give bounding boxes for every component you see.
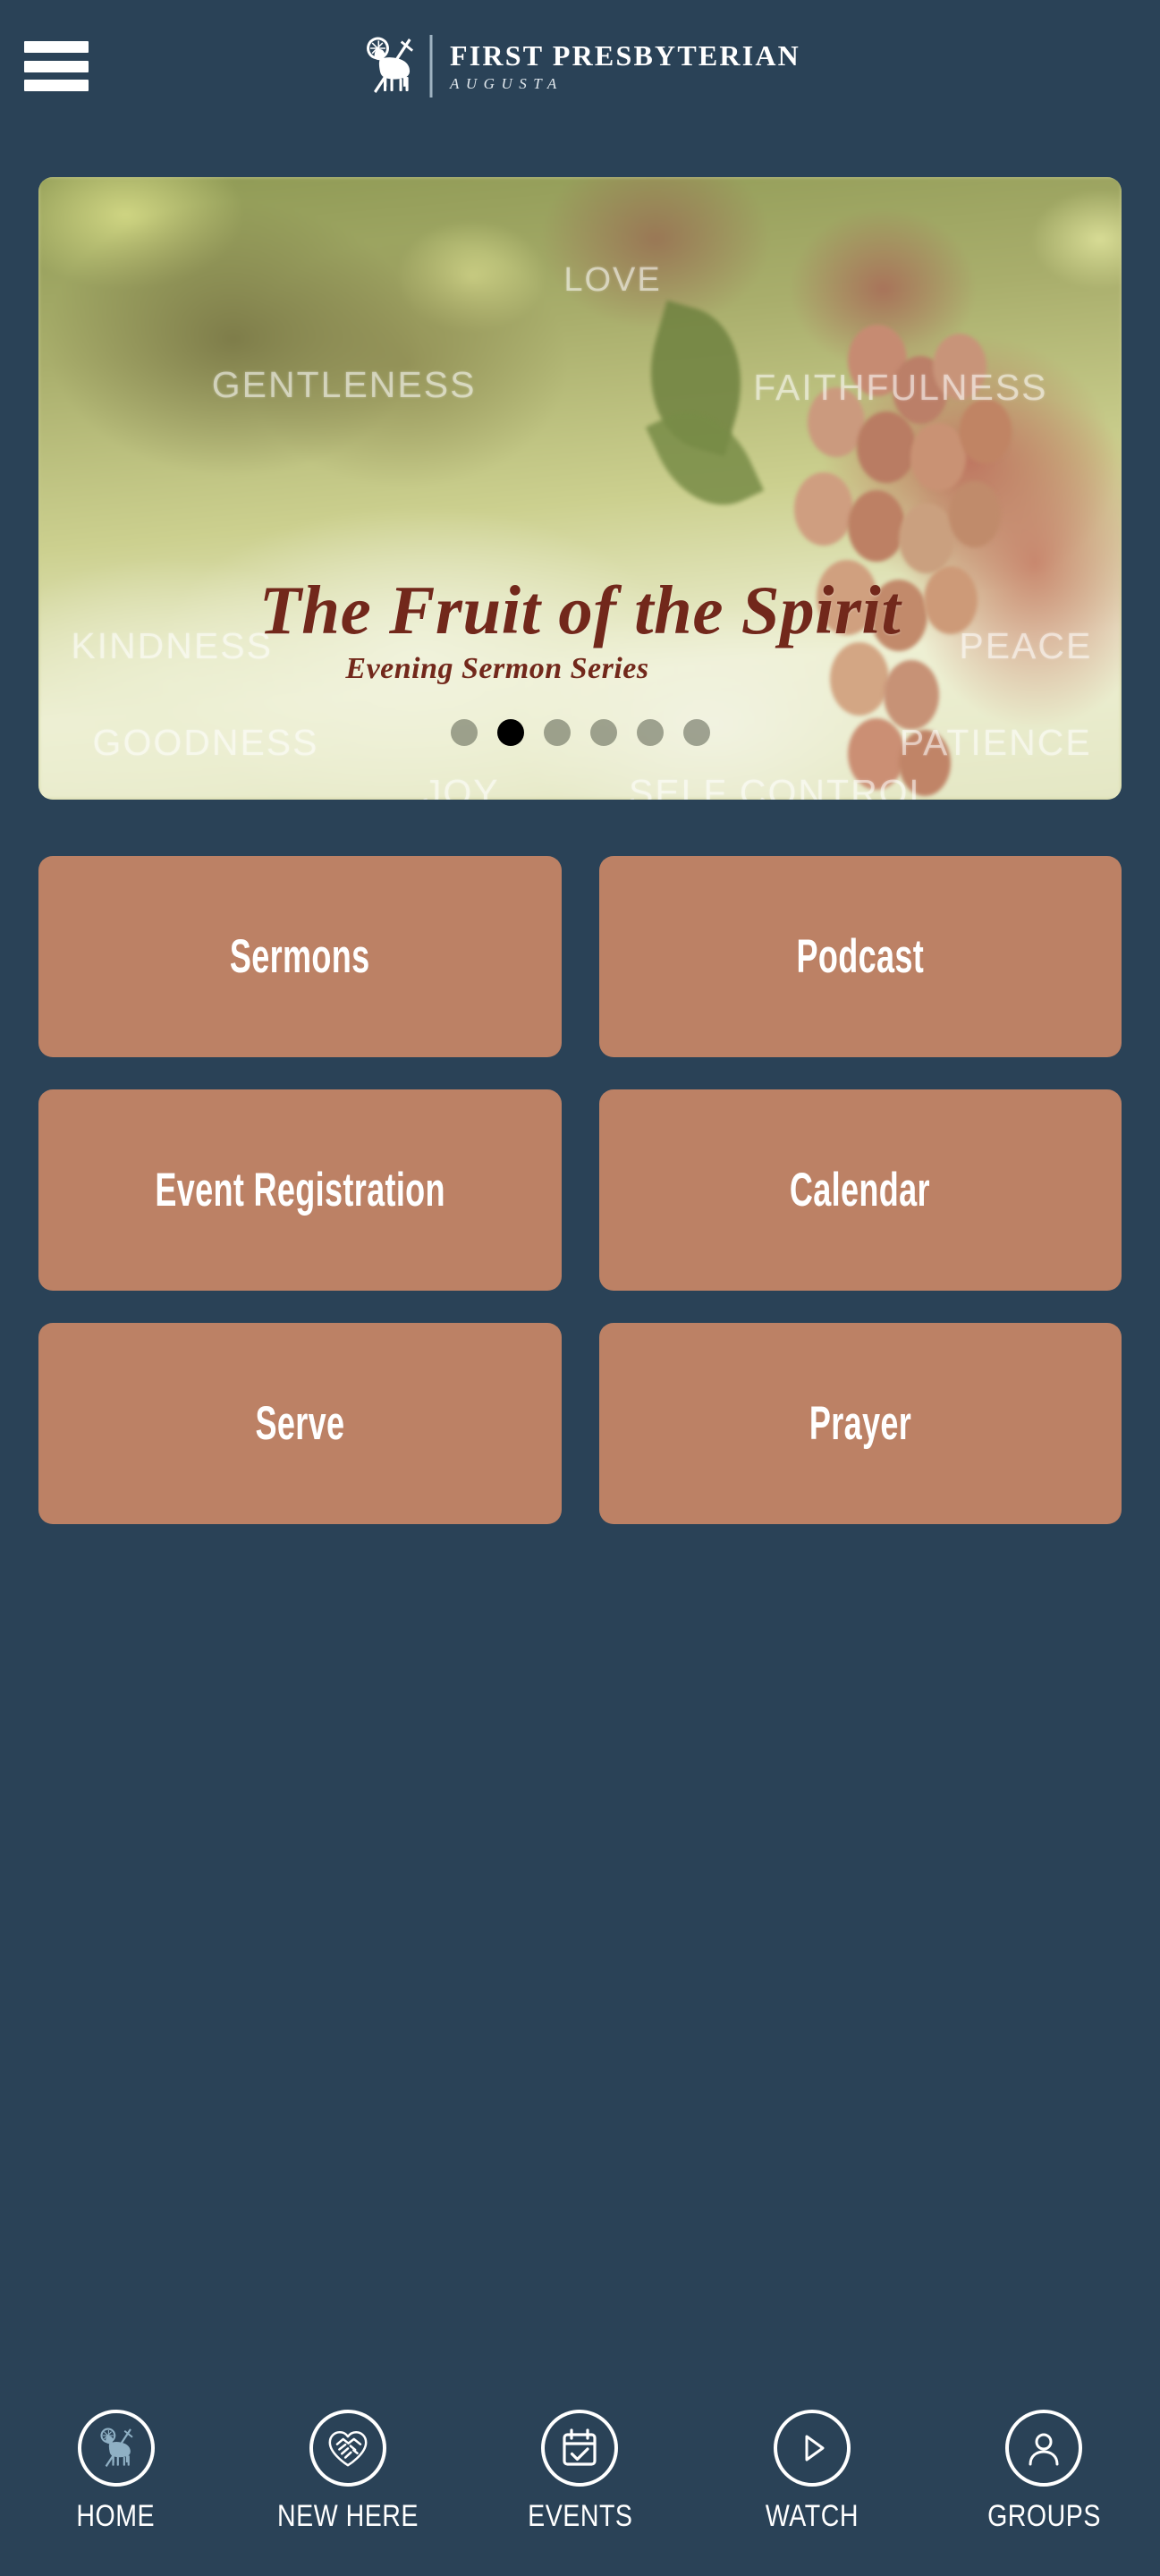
grape [933, 334, 986, 400]
bottom-navigation: HOME NEW HERE EVENTS WATCH GROUPS [0, 2388, 1160, 2576]
brand-text: FIRST PRESBYTERIAN AUGUSTA [450, 41, 800, 91]
brand-divider [429, 35, 432, 97]
tile-prayer[interactable]: Prayer [598, 1323, 1122, 1524]
nav-item-events[interactable]: EVENTS [464, 2410, 696, 2531]
nav-item-watch[interactable]: WATCH [696, 2410, 927, 2531]
carousel-dot[interactable] [682, 719, 710, 746]
grape [817, 560, 877, 635]
hamburger-bar [24, 80, 89, 91]
grape [960, 399, 1012, 463]
tile-label: Prayer [809, 1397, 911, 1450]
app-header: FIRST PRESBYTERIAN AUGUSTA [0, 0, 1160, 132]
tile-label: Calendar [790, 1164, 931, 1216]
grape [949, 481, 1001, 547]
tile-serve[interactable]: Serve [38, 1323, 562, 1524]
calendar-check-icon[interactable] [541, 2410, 619, 2487]
hero-carousel[interactable]: LOVE GENTLENESS FAITHFULNESS KINDNESS PEACE G… [38, 177, 1122, 800]
lamb-with-cross-staff-icon [366, 37, 413, 93]
hamburger-bar [24, 60, 89, 72]
tile-sermons[interactable]: Sermons [38, 856, 562, 1057]
tile-label: Podcast [796, 930, 925, 983]
grape [848, 490, 905, 562]
grape [899, 504, 954, 573]
app-root: FIRST PRESBYTERIAN AUGUSTA LOVE GENTLENE… [0, 0, 1160, 2576]
nav-item-new-here[interactable]: NEW HERE [232, 2410, 463, 2531]
quick-links-grid: Sermons Podcast Event Registration Calendar… [0, 800, 1160, 1524]
grape [830, 642, 889, 716]
tile-label: Sermons [229, 930, 370, 983]
lamb-logo-icon[interactable] [77, 2410, 155, 2487]
hamburger-bar [24, 41, 89, 53]
grape [794, 472, 853, 546]
carousel-dot[interactable] [589, 719, 617, 746]
nav-item-label: GROUPS [986, 2499, 1101, 2533]
tile-podcast[interactable]: Podcast [598, 856, 1122, 1057]
grape [857, 411, 916, 483]
hero-carousel-wrap: LOVE GENTLENESS FAITHFULNESS KINDNESS PEACE G… [0, 132, 1160, 800]
brand-name: FIRST PRESBYTERIAN [450, 39, 800, 72]
tile-label: Event Registration [154, 1164, 445, 1216]
nav-item-home[interactable]: HOME [0, 2410, 232, 2531]
nav-item-label: WATCH [765, 2499, 859, 2533]
grape [924, 566, 978, 634]
brand-logo: FIRST PRESBYTERIAN AUGUSTA [360, 33, 800, 99]
grape [870, 580, 927, 651]
nav-item-label: EVENTS [527, 2499, 633, 2533]
tile-calendar[interactable]: Calendar [598, 1089, 1122, 1291]
carousel-dots [38, 719, 1122, 746]
nav-item-groups[interactable]: GROUPS [928, 2410, 1160, 2531]
handshake-heart-icon[interactable] [309, 2410, 387, 2487]
nav-item-label: HOME [76, 2499, 156, 2533]
tile-event-registration[interactable]: Event Registration [38, 1089, 562, 1291]
play-circle-icon[interactable] [773, 2410, 851, 2487]
hamburger-menu-icon[interactable] [24, 41, 89, 91]
grape [910, 423, 966, 491]
brand-subtitle: AUGUSTA [450, 74, 563, 92]
carousel-dot[interactable] [543, 719, 571, 746]
carousel-dot-active[interactable] [496, 719, 524, 746]
nav-item-label: NEW HERE [277, 2499, 419, 2533]
carousel-dot[interactable] [636, 719, 664, 746]
person-icon[interactable] [1005, 2410, 1083, 2487]
carousel-dot[interactable] [450, 719, 478, 746]
tile-label: Serve [255, 1397, 345, 1450]
